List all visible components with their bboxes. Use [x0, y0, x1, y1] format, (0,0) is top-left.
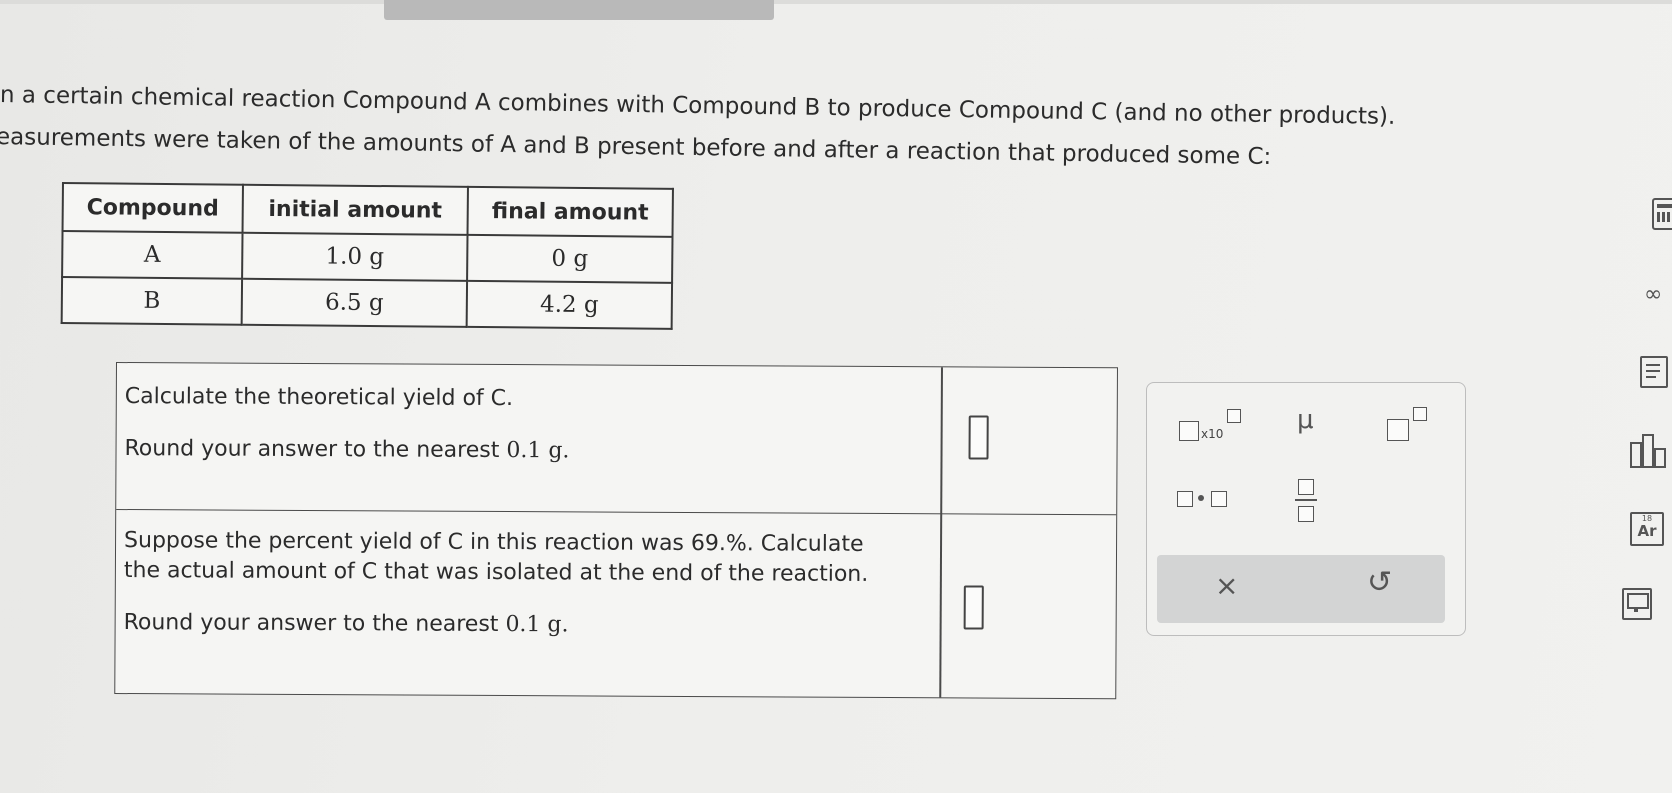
scientific-notation-button[interactable]: x10	[1179, 409, 1249, 445]
top-tab[interactable]	[384, 0, 774, 20]
answer-1-input[interactable]	[968, 415, 989, 460]
infinity-icon[interactable]: ∞	[1644, 282, 1662, 307]
calculator-icon[interactable]	[1652, 198, 1672, 230]
cell-final: 4.2 g	[466, 280, 673, 329]
math-tool-panel: x10 μ × ↺	[1146, 382, 1466, 636]
header-final-amount: final amount	[467, 186, 673, 237]
textbook-icon[interactable]	[1640, 356, 1668, 388]
top-bar	[0, 0, 1672, 4]
periodic-table-icon[interactable]: 18 Ar	[1630, 512, 1664, 546]
undo-icon[interactable]: ↺	[1367, 565, 1392, 600]
action-bar: × ↺	[1157, 555, 1445, 623]
clear-icon[interactable]: ×	[1215, 569, 1238, 602]
header-compound: Compound	[62, 183, 243, 233]
mu-button[interactable]: μ	[1297, 405, 1314, 435]
multiply-dot-button[interactable]	[1177, 489, 1227, 507]
cell-initial: 6.5 g	[241, 278, 468, 327]
cell-initial: 1.0 g	[242, 232, 468, 281]
superscript-button[interactable]	[1387, 407, 1433, 441]
x10-label: x10	[1201, 427, 1224, 441]
chart-icon[interactable]	[1630, 434, 1666, 468]
cell-compound: B	[61, 277, 243, 325]
reference-icon[interactable]	[1622, 588, 1652, 620]
table-row: A 1.0 g 0 g	[62, 231, 673, 283]
table-header-row: Compound initial amount final amount	[62, 183, 673, 237]
question-box: Calculate the theoretical yield of C. Ro…	[114, 362, 1118, 700]
question-2-rounding: Round your answer to the nearest 0.1 g.	[123, 610, 569, 638]
answer-2-input[interactable]	[963, 585, 984, 630]
question-row-2: Suppose the percent yield of C in this r…	[115, 511, 1116, 698]
problem-intro: n a certain chemical reaction Compound A…	[0, 74, 1500, 170]
question-1-rounding: Round your answer to the nearest 0.1 g.	[124, 436, 570, 464]
header-initial-amount: initial amount	[242, 184, 468, 235]
question-1-prompt: Calculate the theoretical yield of C.	[124, 384, 514, 412]
amounts-table: Compound initial amount final amount A 1…	[60, 182, 674, 330]
question-row-1: Calculate the theoretical yield of C. Ro…	[116, 363, 1117, 516]
table-row: B 6.5 g 4.2 g	[61, 277, 673, 329]
cell-final: 0 g	[467, 234, 673, 283]
question-2-prompt-cont: the actual amount of C that was isolated…	[123, 558, 869, 587]
cell-compound: A	[62, 231, 243, 279]
fraction-button[interactable]	[1295, 479, 1317, 523]
